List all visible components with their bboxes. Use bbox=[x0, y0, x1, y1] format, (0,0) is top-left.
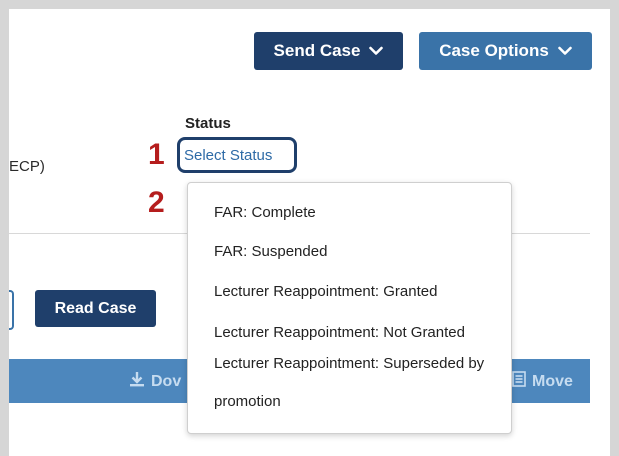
move-button[interactable]: Move bbox=[512, 371, 573, 392]
read-case-button[interactable]: Read Case bbox=[35, 290, 156, 327]
status-dropdown-menu: FAR: Complete FAR: Suspended Lecturer Re… bbox=[187, 182, 512, 434]
case-options-button[interactable]: Case Options bbox=[419, 32, 592, 70]
chevron-down-icon bbox=[369, 46, 384, 56]
case-panel: Send Case Case Options ECP) Status 1 Sel… bbox=[9, 9, 610, 456]
case-options-label: Case Options bbox=[439, 41, 549, 60]
status-label: Status bbox=[185, 115, 231, 132]
partial-button[interactable] bbox=[9, 290, 14, 330]
download-icon bbox=[129, 371, 151, 392]
select-status-dropdown[interactable]: Select Status bbox=[177, 137, 297, 173]
status-option-reappointment-not-granted[interactable]: Lecturer Reappointment: Not Granted bbox=[214, 325, 465, 340]
send-case-label: Send Case bbox=[273, 41, 361, 60]
case-type-text: ECP) bbox=[9, 158, 45, 175]
download-button[interactable]: Dov bbox=[129, 371, 181, 392]
send-case-button[interactable]: Send Case bbox=[254, 32, 403, 70]
status-option-reappointment-granted[interactable]: Lecturer Reappointment: Granted bbox=[214, 284, 437, 299]
move-icon bbox=[512, 371, 532, 392]
move-label: Move bbox=[532, 372, 573, 390]
download-label: Dov bbox=[151, 372, 182, 390]
status-option-reappointment-superseded[interactable]: Lecturer Reappointment: Superseded by pr… bbox=[214, 345, 509, 421]
read-case-label: Read Case bbox=[54, 299, 137, 317]
select-status-value: Select Status bbox=[184, 146, 273, 164]
status-option-far-complete[interactable]: FAR: Complete bbox=[214, 205, 316, 220]
chevron-down-icon bbox=[557, 46, 572, 56]
step-2-marker: 2 bbox=[148, 186, 165, 219]
step-1-marker: 1 bbox=[148, 138, 165, 171]
status-option-far-suspended[interactable]: FAR: Suspended bbox=[214, 244, 327, 259]
